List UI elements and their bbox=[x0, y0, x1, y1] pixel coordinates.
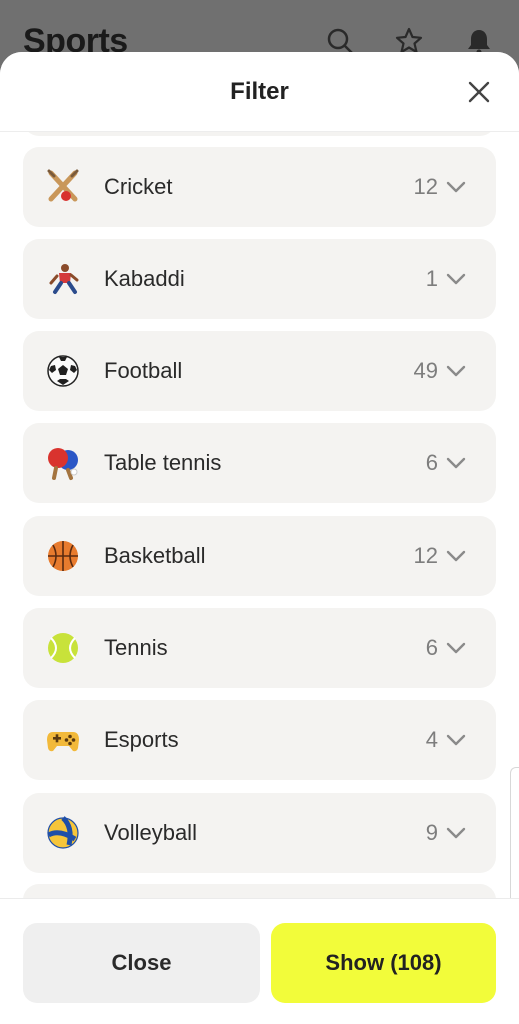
chevron-down-icon bbox=[445, 454, 467, 472]
sport-count: 4 bbox=[425, 727, 438, 752]
chevron-down-icon bbox=[445, 362, 467, 380]
show-results-button[interactable]: Show (108) bbox=[271, 923, 496, 1003]
basketball-icon bbox=[45, 538, 81, 574]
sport-row-football[interactable]: Football 49 bbox=[23, 331, 496, 411]
list-item-partial bbox=[23, 132, 496, 136]
sport-label: Volleyball bbox=[104, 820, 197, 845]
filter-sheet: Filter Cricket 12 Kabaddi 1 Football 49 … bbox=[0, 52, 519, 1024]
sport-label: Basketball bbox=[104, 543, 206, 568]
chevron-down-icon bbox=[445, 639, 467, 657]
sport-label: Tennis bbox=[104, 635, 168, 660]
chevron-down-icon bbox=[445, 824, 467, 842]
sport-row-table-tennis[interactable]: Table tennis 6 bbox=[23, 423, 496, 503]
sport-count: 12 bbox=[413, 174, 438, 199]
sport-count: 9 bbox=[425, 820, 438, 845]
cricket-icon bbox=[45, 169, 81, 205]
table-tennis-icon bbox=[45, 445, 81, 481]
sheet-footer: Close Show (108) bbox=[0, 898, 519, 1024]
sport-row-basketball[interactable]: Basketball 12 bbox=[23, 516, 496, 596]
sport-label: Kabaddi bbox=[104, 266, 185, 291]
chevron-down-icon bbox=[445, 731, 467, 749]
sport-count: 49 bbox=[413, 358, 438, 383]
sport-row-kabaddi[interactable]: Kabaddi 1 bbox=[23, 239, 496, 319]
scrollbar[interactable] bbox=[510, 767, 519, 917]
sport-count: 12 bbox=[413, 543, 438, 568]
tennis-icon bbox=[45, 630, 81, 666]
chevron-down-icon bbox=[445, 270, 467, 288]
sports-list[interactable]: Cricket 12 Kabaddi 1 Football 49 Table t… bbox=[0, 132, 519, 898]
sport-row-esports[interactable]: Esports 4 bbox=[23, 700, 496, 780]
volleyball-icon bbox=[45, 815, 81, 851]
sport-label: Table tennis bbox=[104, 450, 222, 475]
sport-count: 1 bbox=[425, 266, 438, 291]
close-button[interactable]: Close bbox=[23, 923, 260, 1003]
sport-label: Football bbox=[104, 358, 183, 383]
sport-label: Cricket bbox=[104, 174, 173, 199]
sport-row-cricket[interactable]: Cricket 12 bbox=[23, 147, 496, 227]
esports-icon bbox=[45, 722, 81, 758]
close-icon[interactable] bbox=[467, 80, 491, 104]
football-icon bbox=[45, 353, 81, 389]
sport-label: Esports bbox=[104, 727, 179, 752]
sport-count: 6 bbox=[425, 635, 438, 660]
chevron-down-icon bbox=[445, 547, 467, 565]
chevron-down-icon bbox=[445, 178, 467, 196]
sheet-title: Filter bbox=[230, 78, 289, 105]
sport-count: 6 bbox=[425, 450, 438, 475]
list-item-partial bbox=[23, 884, 496, 898]
sport-row-volleyball[interactable]: Volleyball 9 bbox=[23, 793, 496, 873]
sport-row-tennis[interactable]: Tennis 6 bbox=[23, 608, 496, 688]
kabaddi-icon bbox=[45, 261, 81, 297]
sheet-header: Filter bbox=[0, 52, 519, 132]
